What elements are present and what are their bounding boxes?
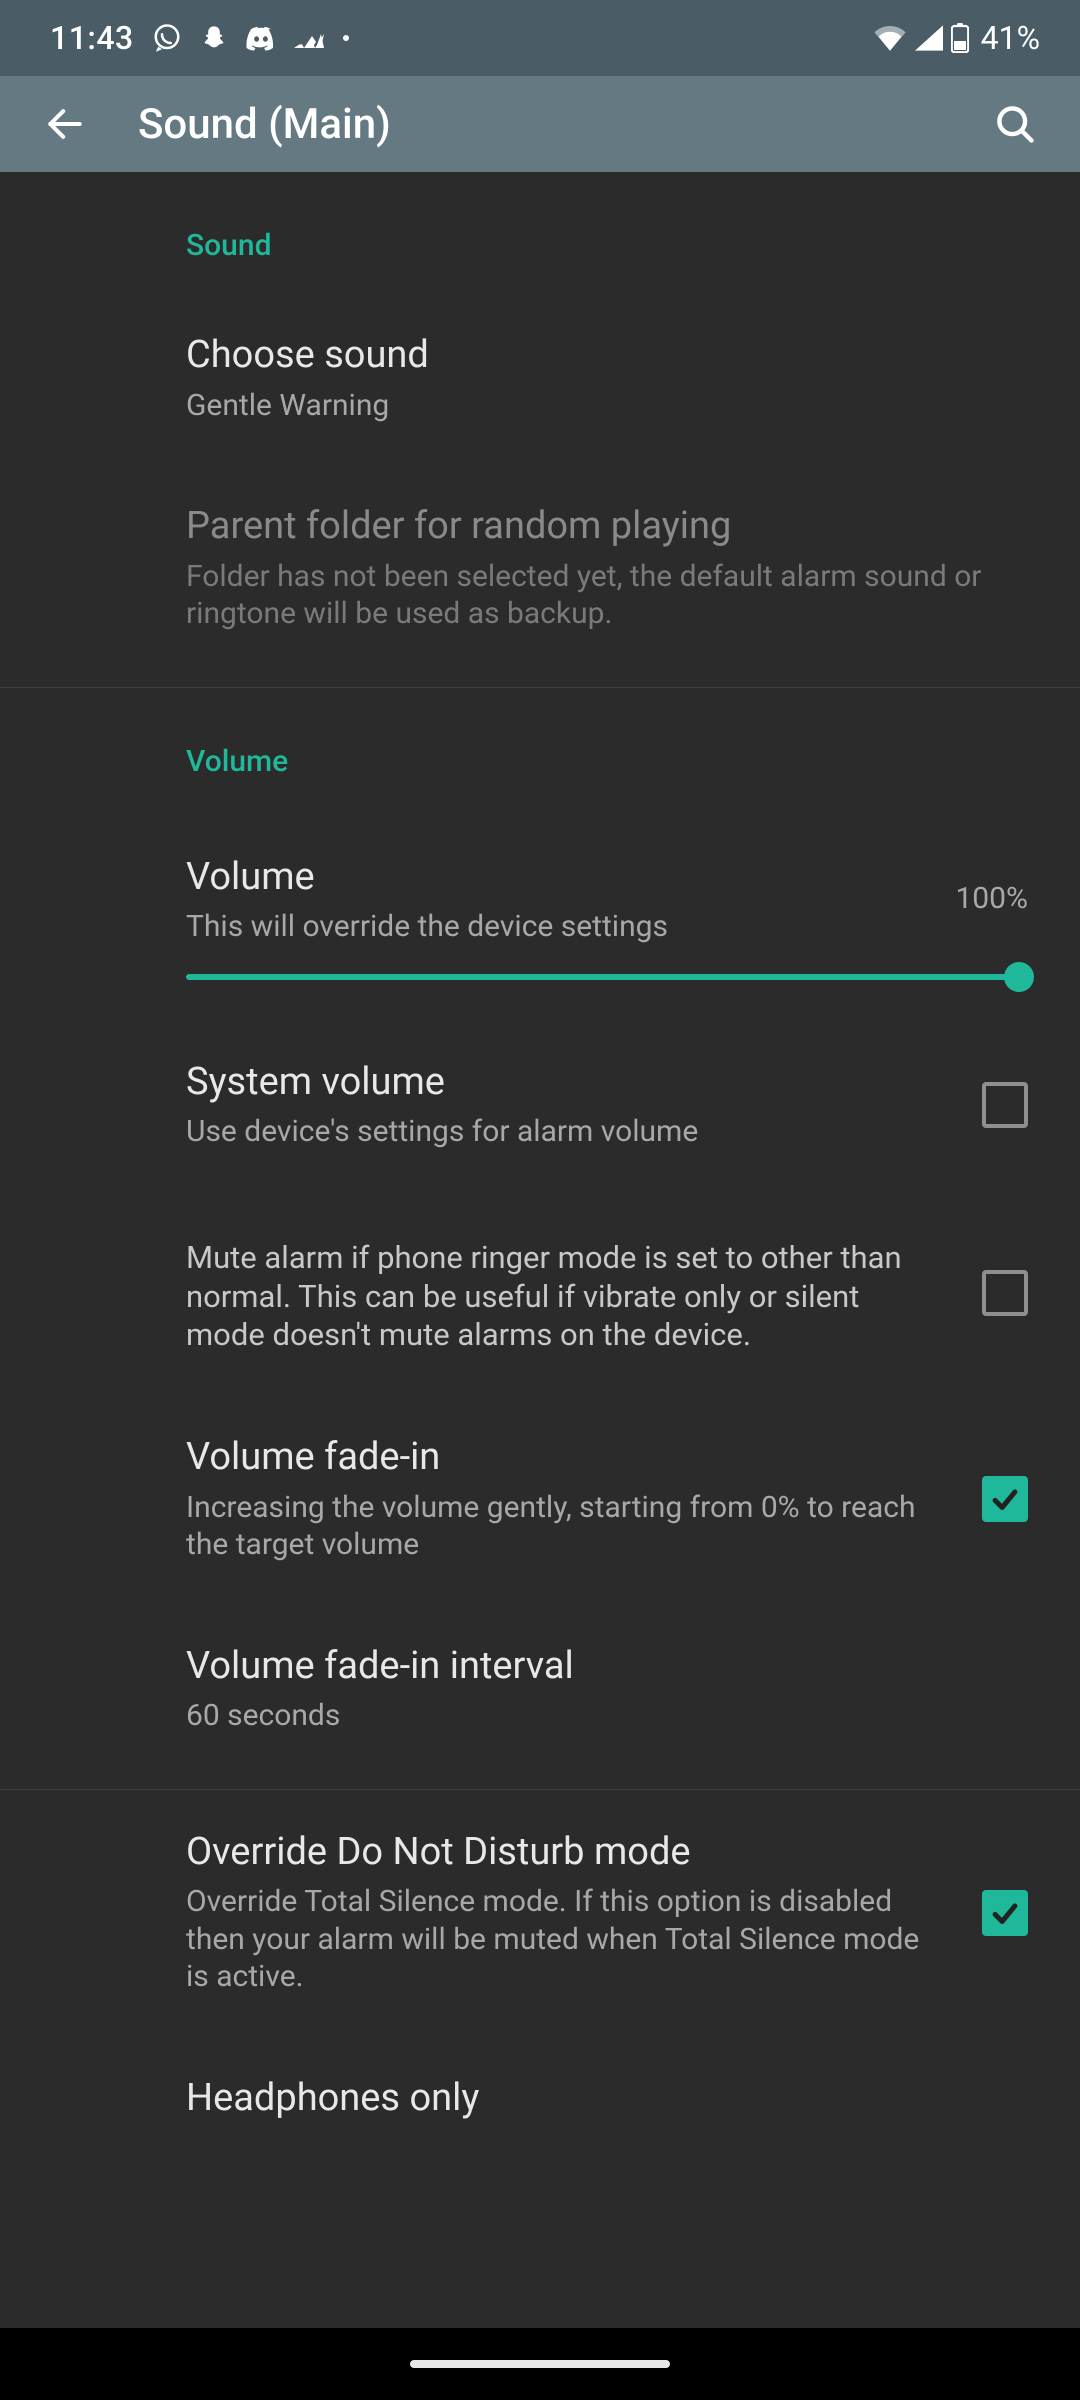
whatsapp-icon bbox=[152, 23, 182, 53]
settings-content[interactable]: Sound Choose sound Gentle Warning Parent… bbox=[0, 172, 1080, 2328]
setting-fade-in-interval[interactable]: Volume fade-in interval 60 seconds bbox=[0, 1604, 1080, 1775]
navigation-bar bbox=[0, 2328, 1080, 2400]
checkbox-checked[interactable] bbox=[982, 1890, 1028, 1936]
setting-title: Headphones only bbox=[186, 2076, 930, 2122]
check-icon bbox=[988, 1482, 1022, 1516]
setting-subtitle: Increasing the volume gently, starting f… bbox=[186, 1489, 930, 1564]
setting-subtitle: Override Total Silence mode. If this opt… bbox=[186, 1883, 930, 1996]
arrow-left-icon bbox=[43, 102, 87, 146]
setting-title: Volume fade-in bbox=[186, 1435, 930, 1481]
status-right: 41% bbox=[873, 19, 1040, 57]
setting-title: System volume bbox=[186, 1060, 930, 1106]
cellular-icon bbox=[915, 25, 943, 51]
setting-title: Parent folder for random playing bbox=[186, 504, 1020, 550]
setting-subtitle: Mute alarm if phone ringer mode is set t… bbox=[186, 1239, 930, 1355]
setting-volume-fade-in[interactable]: Volume fade-in Increasing the volume gen… bbox=[0, 1395, 1080, 1604]
slider-track bbox=[186, 974, 1020, 980]
setting-subtitle: Gentle Warning bbox=[186, 387, 1020, 425]
setting-choose-sound[interactable]: Choose sound Gentle Warning bbox=[0, 293, 1080, 464]
battery-percentage: 41% bbox=[981, 19, 1040, 57]
section-header-sound: Sound bbox=[0, 172, 1080, 293]
setting-volume[interactable]: Volume This will override the device set… bbox=[0, 809, 1080, 1020]
setting-parent-folder[interactable]: Parent folder for random playing Folder … bbox=[0, 464, 1080, 673]
setting-subtitle: Folder has not been selected yet, the de… bbox=[186, 558, 1020, 633]
section-header-volume: Volume bbox=[0, 688, 1080, 809]
page-title: Sound (Main) bbox=[138, 100, 980, 149]
battery-icon bbox=[951, 23, 969, 53]
wifi-icon bbox=[873, 25, 907, 51]
dot-icon bbox=[342, 34, 350, 42]
status-time: 11:43 bbox=[50, 19, 134, 57]
setting-title: Volume bbox=[186, 855, 1020, 901]
checkbox-checked[interactable] bbox=[982, 1476, 1028, 1522]
checkbox-unchecked[interactable] bbox=[982, 1082, 1028, 1128]
status-left: 11:43 bbox=[50, 19, 350, 57]
adidas-icon bbox=[294, 27, 324, 49]
check-icon bbox=[988, 1896, 1022, 1930]
setting-title: Override Do Not Disturb mode bbox=[186, 1830, 930, 1876]
setting-mute-ringer[interactable]: Mute alarm if phone ringer mode is set t… bbox=[0, 1191, 1080, 1395]
slider-thumb[interactable] bbox=[1004, 962, 1034, 992]
status-bar: 11:43 41% bbox=[0, 0, 1080, 76]
setting-subtitle: This will override the device settings bbox=[186, 908, 1020, 946]
setting-title: Choose sound bbox=[186, 333, 1020, 379]
volume-slider[interactable] bbox=[186, 974, 1020, 980]
home-indicator[interactable] bbox=[410, 2360, 670, 2368]
setting-override-dnd[interactable]: Override Do Not Disturb mode Override To… bbox=[0, 1790, 1080, 2036]
checkbox-unchecked[interactable] bbox=[982, 1270, 1028, 1316]
setting-subtitle: 60 seconds bbox=[186, 1697, 1020, 1735]
app-bar: Sound (Main) bbox=[0, 76, 1080, 172]
snapchat-icon bbox=[200, 24, 228, 52]
volume-percentage: 100% bbox=[955, 881, 1028, 916]
setting-headphones-only[interactable]: Headphones only bbox=[0, 2036, 1080, 2122]
back-button[interactable] bbox=[30, 89, 100, 159]
setting-system-volume[interactable]: System volume Use device's settings for … bbox=[0, 1020, 1080, 1191]
search-button[interactable] bbox=[980, 89, 1050, 159]
setting-title: Volume fade-in interval bbox=[186, 1644, 1020, 1690]
setting-subtitle: Use device's settings for alarm volume bbox=[186, 1113, 930, 1151]
search-icon bbox=[993, 102, 1037, 146]
discord-icon bbox=[246, 25, 276, 51]
